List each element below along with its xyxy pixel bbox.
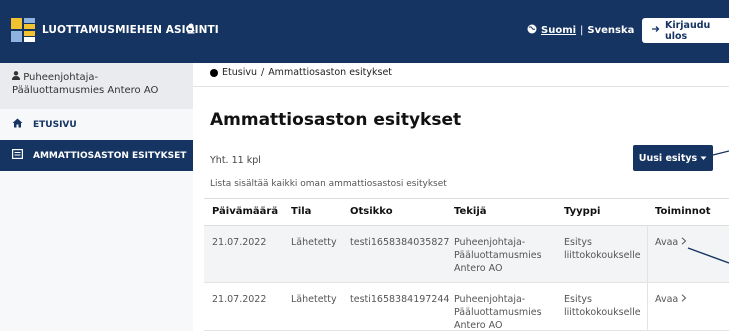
type-line: Esitys	[564, 237, 592, 248]
current-user-name: Puheenjohtaja-Pääluottamusmies Antero AO	[12, 72, 159, 96]
author-line: Antero AO	[454, 320, 503, 331]
open-link-label: Avaa	[655, 294, 679, 305]
table-header: Päivämäärä Tila Otsikko Tekijä Tyyppi To…	[204, 198, 729, 226]
open-link[interactable]: Avaa	[655, 293, 687, 306]
column-header-type[interactable]: Tyyppi	[564, 206, 600, 217]
author-line: Puheenjohtaja-	[454, 237, 526, 248]
divider	[193, 86, 729, 87]
table-row: 21.07.2022 Lähetetty testi1658384035827 …	[204, 226, 729, 283]
chevron-right-icon	[681, 237, 687, 248]
sidebar-background	[0, 171, 193, 331]
language-svenska-link[interactable]: Svenska	[587, 25, 634, 36]
cell-status: Lähetetty	[291, 237, 337, 248]
column-divider	[647, 226, 648, 282]
cell-title: testi1658384197244	[350, 294, 450, 305]
sidebar-item-ammattiosaston-esitykset[interactable]: AMMATTIOSASTON ESITYKSET	[0, 140, 193, 171]
type-line: Esitys	[564, 294, 592, 305]
cell-type: Esitys liittokokoukselle	[564, 293, 641, 319]
person-icon	[12, 71, 23, 83]
globe-icon	[527, 24, 537, 37]
language-suomi-link[interactable]: Suomi	[541, 25, 576, 36]
cell-status: Lähetetty	[291, 294, 337, 305]
breadcrumb-current: Ammattiosaston esitykset	[268, 67, 393, 78]
logout-label: Kirjaudu ulos	[665, 19, 711, 42]
author-line: Pääluottamusmies	[454, 307, 542, 318]
cell-date: 21.07.2022	[212, 294, 267, 305]
current-user: Puheenjohtaja-Pääluottamusmies Antero AO	[0, 63, 193, 109]
list-description: Lista sisältää kaikki oman ammattiosasto…	[210, 179, 447, 189]
author-line: Puheenjohtaja-	[454, 294, 526, 305]
column-header-date[interactable]: Päivämäärä	[212, 206, 278, 217]
cell-title: testi1658384035827	[350, 237, 450, 248]
type-line: liittokokoukselle	[564, 250, 641, 261]
open-link[interactable]: Avaa	[655, 236, 687, 249]
page-title: Ammattiosaston esitykset	[210, 110, 462, 130]
type-line: liittokokoukselle	[564, 307, 641, 318]
user-icon	[187, 23, 195, 37]
logo-icon	[11, 18, 35, 42]
table-row: 21.07.2022 Lähetetty testi1658384197244 …	[204, 283, 729, 331]
list-icon	[12, 149, 24, 162]
new-proposal-label: Uusi esitys	[638, 152, 698, 164]
column-header-status[interactable]: Tila	[291, 206, 311, 217]
sidebar-item-label: ETUSIVU	[33, 119, 77, 130]
logout-button[interactable]: Kirjaudu ulos	[642, 18, 729, 43]
breadcrumb-separator: /	[260, 67, 265, 78]
caret-down-icon	[700, 153, 707, 164]
home-icon	[12, 118, 23, 131]
column-divider	[647, 283, 648, 330]
column-header-actions: Toiminnot	[655, 206, 711, 217]
logout-icon	[652, 25, 661, 36]
result-count: Yht. 11 kpl	[210, 155, 261, 166]
sidebar-item-etusivu[interactable]: ETUSIVU	[0, 109, 193, 140]
author-line: Pääluottamusmies	[454, 250, 542, 261]
new-proposal-button[interactable]: Uusi esitys	[633, 145, 713, 171]
breadcrumb-home-link[interactable]: Etusivu	[222, 67, 257, 78]
chevron-right-icon	[681, 294, 687, 305]
column-header-author[interactable]: Tekijä	[454, 206, 487, 217]
cell-date: 21.07.2022	[212, 237, 267, 248]
sidebar-item-label: AMMATTIOSASTON ESITYKSET	[33, 150, 187, 161]
cell-type: Esitys liittokokoukselle	[564, 236, 641, 262]
cell-author: Puheenjohtaja- Pääluottamusmies Antero A…	[454, 236, 542, 275]
cell-author: Puheenjohtaja- Pääluottamusmies Antero A…	[454, 293, 542, 331]
author-line: Antero AO	[454, 263, 503, 274]
top-bar: LUOTTAMUSMIEHEN ASIOINTI Suomi | Svenska…	[0, 0, 729, 63]
language-separator: |	[580, 25, 584, 36]
column-header-title[interactable]: Otsikko	[350, 206, 393, 217]
language-switcher: Suomi | Svenska	[527, 24, 634, 37]
breadcrumb-dot-icon	[210, 68, 218, 77]
sidebar: Puheenjohtaja-Pääluottamusmies Antero AO…	[0, 63, 193, 331]
breadcrumb: Etusivu / Ammattiosaston esitykset	[210, 67, 392, 78]
open-link-label: Avaa	[655, 237, 679, 248]
